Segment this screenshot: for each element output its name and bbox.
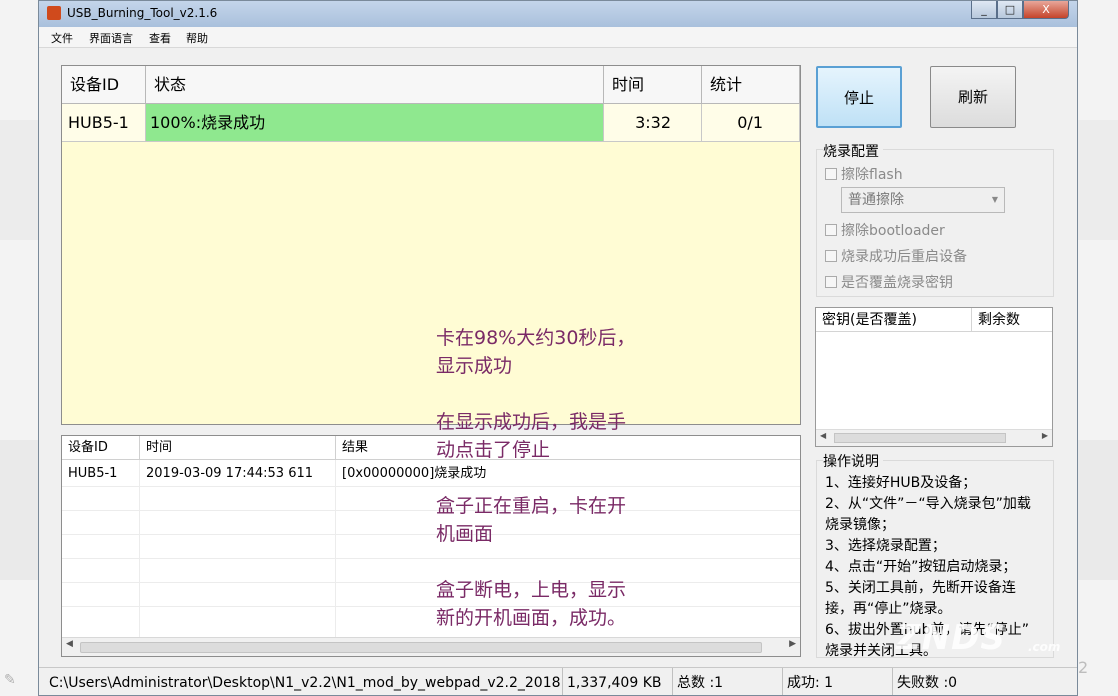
annotation-line: 卡在98%大约30秒后， — [436, 327, 636, 349]
grid-header-status[interactable]: 状态 — [146, 66, 604, 104]
log-cell-device-id[interactable]: HUB5-1 — [62, 462, 140, 486]
annotation-line: 动点击了停止 — [436, 439, 551, 461]
row-divider — [62, 582, 800, 583]
grid-header-count[interactable]: 统计 — [702, 66, 800, 104]
row-divider — [62, 534, 800, 535]
reboot-after-label: 烧录成功后重启设备 — [841, 249, 967, 265]
row-divider — [62, 558, 800, 559]
instructions-title: 操作说明 — [823, 451, 883, 471]
key-list-scrollbar[interactable]: ◀ ▶ — [816, 429, 1052, 446]
menu-bar: 文件 界面语言 查看 帮助 — [39, 27, 1077, 48]
app-icon — [47, 6, 61, 20]
menu-help[interactable]: 帮助 — [186, 30, 208, 46]
erase-flash-checkbox[interactable]: 擦除flash — [825, 164, 903, 184]
erase-mode-select[interactable]: 普通擦除 ▼ — [841, 187, 1005, 213]
instruction-line: 接，再“停止”烧录。 — [825, 601, 952, 617]
title-bar[interactable]: USB_Burning_Tool_v2.1.6 _ □ X — [39, 1, 1077, 28]
status-total: 总数 :1 — [673, 668, 783, 695]
chevron-down-icon[interactable]: ▼ — [992, 188, 998, 212]
annotation-line: 机画面 — [436, 523, 494, 545]
scroll-right-icon[interactable]: ▶ — [1042, 431, 1048, 440]
device-grid: 设备ID 状态 时间 统计 HUB5-1 100%:烧录成功 3:32 0/1 — [61, 65, 801, 425]
watermark-domain: .com — [1028, 640, 1061, 654]
scroll-thumb[interactable] — [80, 642, 762, 653]
grid-header-device-id[interactable]: 设备ID — [62, 66, 146, 104]
status-size: 1,337,409 KB — [563, 668, 673, 695]
row-divider — [62, 510, 800, 511]
instruction-line: 烧录镜像； — [825, 517, 895, 533]
edit-icon: ✎ — [4, 672, 16, 688]
scroll-left-icon[interactable]: ◀ — [66, 639, 73, 649]
key-header-key[interactable]: 密钥(是否覆盖) — [816, 308, 972, 332]
scroll-right-icon[interactable]: ▶ — [789, 639, 796, 649]
watermark-logo: ZNDS — [896, 618, 1006, 658]
page-number: 2 — [1078, 658, 1089, 677]
status-success: 成功: 1 — [783, 668, 893, 695]
column-divider — [139, 460, 140, 640]
erase-bootloader-checkbox[interactable]: 擦除bootloader — [825, 220, 945, 240]
overwrite-key-checkbox[interactable]: 是否覆盖烧录密钥 — [825, 272, 953, 292]
annotation-line: 新的开机画面，成功。 — [436, 607, 627, 629]
stop-button[interactable]: 停止 — [816, 66, 902, 128]
annotation-line: 盒子断电，上电，显示 — [436, 579, 627, 601]
checkbox-icon[interactable] — [825, 250, 837, 262]
annotation-text: 卡在98%大约30秒后， 显示成功 在显示成功后，我是手 动点击了停止 盒子正在… — [436, 324, 635, 632]
erase-mode-value: 普通擦除 — [848, 192, 904, 208]
checkbox-icon[interactable] — [825, 224, 837, 236]
overwrite-key-label: 是否覆盖烧录密钥 — [841, 275, 953, 291]
log-header-device-id[interactable]: 设备ID — [62, 436, 140, 460]
annotation-line: 在显示成功后，我是手 — [436, 411, 627, 433]
status-bar: C:\Users\Administrator\Desktop\N1_v2.2\N… — [39, 667, 1077, 695]
grid-cell-status[interactable]: 100%:烧录成功 — [146, 104, 604, 142]
annotation-spacer — [436, 548, 635, 576]
instruction-line: 3、选择烧录配置； — [825, 538, 946, 554]
checkbox-icon[interactable] — [825, 168, 837, 180]
status-fail: 失败数 :0 — [897, 675, 958, 691]
annotation-line: 盒子正在重启，卡在开 — [436, 495, 627, 517]
grid-cell-count[interactable]: 0/1 — [702, 104, 800, 142]
instruction-line: 5、关闭工具前，先断开设备连 — [825, 580, 1016, 596]
close-button[interactable]: X — [1023, 1, 1069, 19]
menu-file[interactable]: 文件 — [51, 30, 73, 46]
log-cell-time[interactable]: 2019-03-09 17:44:53 611 — [140, 462, 336, 486]
key-header-remaining[interactable]: 剩余数 — [972, 308, 1052, 332]
key-list: 密钥(是否覆盖) 剩余数 ◀ ▶ — [815, 307, 1053, 447]
erase-flash-label: 擦除flash — [841, 167, 903, 183]
scroll-thumb[interactable] — [834, 433, 1006, 443]
minimize-button[interactable]: _ — [971, 1, 997, 19]
column-divider — [335, 460, 336, 640]
row-divider — [62, 486, 800, 487]
annotation-line: 显示成功 — [436, 355, 513, 377]
instruction-line: 1、连接好HUB及设备； — [825, 475, 977, 491]
row-divider — [62, 606, 800, 607]
maximize-button[interactable]: □ — [997, 1, 1023, 19]
instruction-line: 2、从“文件”－“导入烧录包”加载 — [825, 496, 1031, 512]
log-horizontal-scrollbar[interactable]: ◀ ▶ — [62, 637, 800, 656]
status-path: C:\Users\Administrator\Desktop\N1_v2.2\N… — [45, 668, 563, 695]
menu-language[interactable]: 界面语言 — [89, 30, 133, 46]
menu-view[interactable]: 查看 — [149, 30, 171, 46]
refresh-button[interactable]: 刷新 — [930, 66, 1016, 128]
erase-bootloader-label: 擦除bootloader — [841, 223, 945, 239]
annotation-spacer — [436, 464, 635, 492]
grid-cell-time[interactable]: 3:32 — [604, 104, 702, 142]
window-title: USB_Burning_Tool_v2.1.6 — [67, 6, 218, 20]
instruction-line: 4、点击“开始”按钮启动烧录； — [825, 559, 1017, 575]
scroll-left-icon[interactable]: ◀ — [820, 431, 826, 440]
annotation-spacer — [436, 380, 635, 408]
grid-cell-device-id[interactable]: HUB5-1 — [62, 104, 146, 142]
grid-header-time[interactable]: 时间 — [604, 66, 702, 104]
burn-config-title: 烧录配置 — [823, 141, 883, 161]
log-table: 设备ID 时间 结果 HUB5-1 2019-03-09 17:44:53 61… — [61, 435, 801, 657]
log-header-time[interactable]: 时间 — [140, 436, 336, 460]
checkbox-icon[interactable] — [825, 276, 837, 288]
reboot-after-checkbox[interactable]: 烧录成功后重启设备 — [825, 246, 967, 266]
